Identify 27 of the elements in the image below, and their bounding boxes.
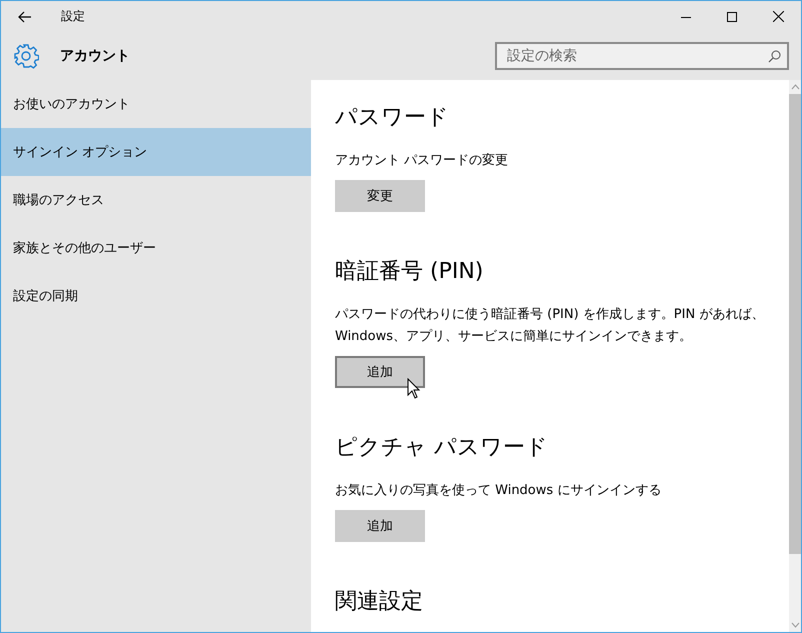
sidebar-item[interactable]: 設定の同期 — [1, 272, 311, 320]
section-description: パスワードの代わりに使う暗証番号 (PIN) を作成します。PIN があれば、Windows、アプリ、サービスに簡単にサインインできます。 — [335, 306, 765, 346]
scrollbar[interactable] — [789, 80, 801, 632]
section-heading: ピクチャ パスワード — [335, 434, 549, 462]
scroll-down-icon — [790, 622, 800, 628]
page-title: アカウント — [60, 47, 130, 65]
search-field[interactable]: 設定の検索 — [495, 42, 789, 70]
close-icon — [772, 11, 784, 22]
sidebar-item[interactable]: サインイン オプション — [1, 128, 311, 176]
sidebar-item[interactable]: 職場のアクセス — [1, 176, 311, 224]
action-button[interactable]: 追加 — [335, 510, 425, 542]
window-title: 設定 — [61, 8, 85, 25]
section-description: お気に入りの写真を使って Windows にサインインする — [335, 482, 662, 500]
settings-icon — [13, 43, 39, 69]
section-heading: パスワード — [335, 104, 450, 132]
sidebar-item[interactable]: お使いのアカウント — [1, 80, 311, 128]
action-button[interactable]: 変更 — [335, 180, 425, 212]
scroll-up-icon — [790, 84, 800, 90]
section-heading: 暗証番号 (PIN) — [335, 258, 484, 286]
mouse-pointer-icon — [407, 378, 421, 399]
back-arrow-icon — [18, 10, 32, 22]
section-description: アカウント パスワードの変更 — [335, 152, 510, 170]
maximize-icon — [727, 12, 737, 22]
sidebar-item[interactable]: 家族とその他のユーザー — [1, 224, 311, 272]
search-icon — [768, 50, 781, 63]
section-heading: 関連設定 — [335, 588, 424, 616]
action-button[interactable]: 追加 — [335, 356, 425, 388]
